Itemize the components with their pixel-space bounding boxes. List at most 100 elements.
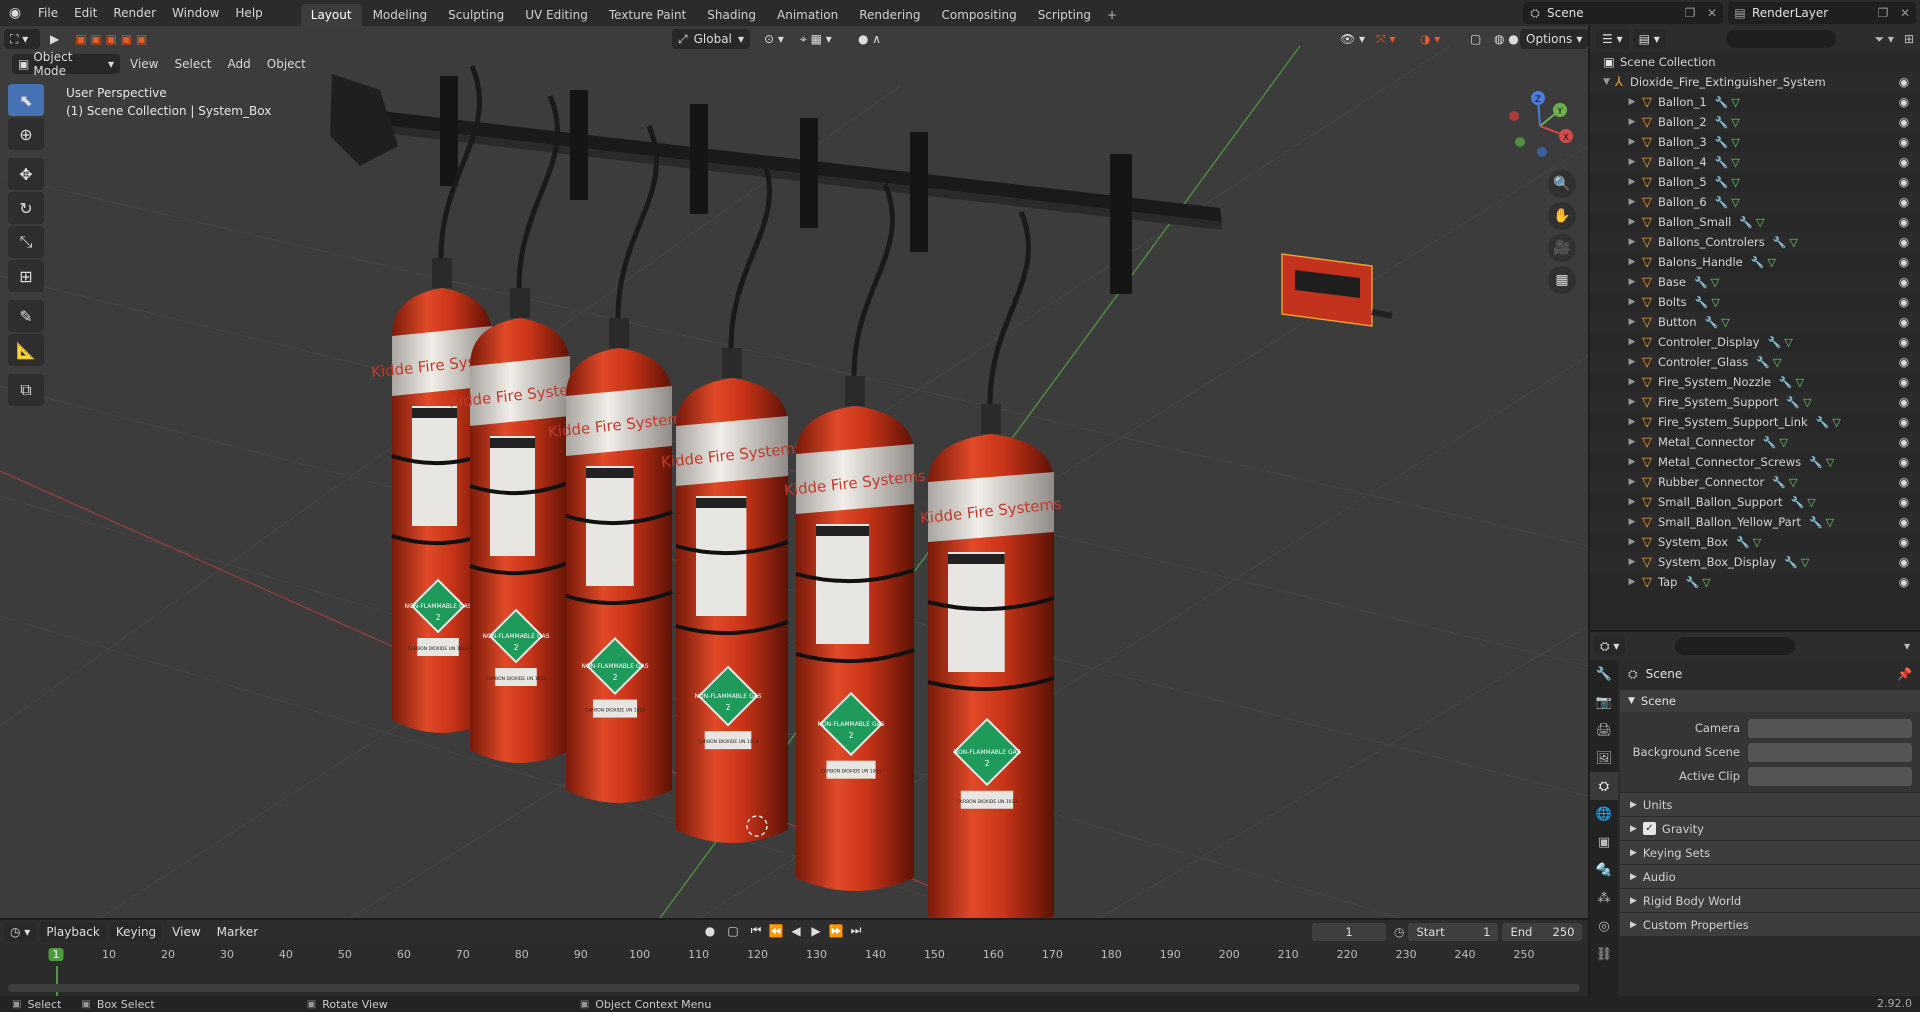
outliner-object-row[interactable]: ▶ ▽ Ballon_5 🔧 ▽ ◉ [1590,172,1920,192]
select-box-tool[interactable]: ⬉ [8,84,44,116]
jump-keyframe-back-icon[interactable]: ⏪ [766,924,786,938]
mesh-data-icon[interactable]: ▽ [1699,576,1710,589]
modifier-icon[interactable]: 🔧 [1728,536,1750,549]
expand-arrow-icon[interactable]: ▶ [1626,97,1638,107]
delete-view-layer-icon[interactable]: ✕ [1894,6,1916,20]
menu-edit[interactable]: Edit [66,0,105,26]
outliner-object-row[interactable]: ▶ ▽ Ballon_4 🔧 ▽ ◉ [1590,152,1920,172]
copy-view-layer-icon[interactable]: ❐ [1872,6,1894,20]
navigation-gizmo[interactable]: X Y Z [1500,86,1580,166]
eye-icon[interactable]: ◉ [1896,472,1912,492]
eye-icon[interactable]: ◉ [1896,92,1912,112]
camera-view-icon[interactable]: 🎥 [1548,234,1576,262]
record-icon[interactable]: ● [700,924,720,938]
mesh-data-icon[interactable]: ▽ [1753,216,1764,229]
gizmo-neg-y[interactable] [1515,137,1525,147]
eye-icon[interactable]: ◉ [1896,512,1912,532]
jump-end-icon[interactable]: ⏭ [846,923,866,938]
rotate-tool[interactable]: ↻ [8,192,44,224]
expand-arrow-icon[interactable]: ▶ [1626,437,1638,447]
modifier-icon[interactable]: 🔧 [1801,456,1823,469]
menu-file[interactable]: File [30,0,66,26]
expand-arrow-icon[interactable]: ▶ [1626,457,1638,467]
expand-arrow-icon[interactable]: ▶ [1626,377,1638,387]
expand-arrow-icon[interactable]: ▶ [1626,517,1638,527]
mesh-data-icon[interactable]: ▽ [1823,456,1834,469]
properties-search-input[interactable] [1675,637,1796,655]
tank-5[interactable]: Kidde Fire SystemsNON-FLAMMABLE GAS2CARB… [783,183,927,891]
viewport-menu-select[interactable]: Select [166,57,219,71]
display-mode-icon[interactable]: ▤ ▾ [1632,29,1666,49]
modifier-icon[interactable]: 🔧 [1748,356,1770,369]
prop-field-background-scene[interactable] [1748,742,1912,762]
mesh-data-icon[interactable]: ▽ [1718,316,1729,329]
ortho-grid-icon[interactable]: ▦ [1548,266,1576,294]
gizmo-neg-x[interactable] [1509,111,1519,121]
menu-render[interactable]: Render [105,0,164,26]
scale-tool[interactable]: ⤡ [8,226,44,258]
mesh-data-icon[interactable]: ▽ [1728,96,1739,109]
modifier-icon[interactable]: 🔧 [1783,496,1805,509]
outliner-collection-row[interactable]: ▼ ⅄ Dioxide_Fire_Extinguisher_System ◉ [1590,72,1920,92]
tank-4[interactable]: Kidde Fire SystemsNON-FLAMMABLE GAS2CARB… [660,155,804,843]
current-frame-field[interactable]: 1 [1312,923,1386,941]
expand-arrow-icon[interactable]: ▶ [1626,277,1638,287]
new-collection-icon[interactable]: ⊞ [1904,32,1914,46]
outliner-object-row[interactable]: ▶ ▽ Fire_System_Support 🔧 ▽ ◉ [1590,392,1920,412]
outliner-object-row[interactable]: ▶ ▽ Rubber_Connector 🔧 ▽ ◉ [1590,472,1920,492]
eye-icon[interactable]: ◉ [1896,72,1912,92]
expand-arrow-icon[interactable]: ▶ [1626,157,1638,167]
menu-window[interactable]: Window [164,0,227,26]
viewport-menu-add[interactable]: Add [220,57,259,71]
mesh-data-icon[interactable]: ▽ [1798,556,1809,569]
auto-keying-icon[interactable]: ▢ [720,924,746,938]
expand-arrow-icon[interactable]: ▶ [1626,197,1638,207]
tab-scripting[interactable]: Scripting [1028,4,1101,26]
world-tab-icon[interactable]: 🌐 [1590,800,1618,828]
scene-tab-icon[interactable]: ⛭ [1590,772,1618,800]
modifier-icon[interactable]: 🔧 [1731,216,1753,229]
outliner-object-row[interactable]: ▶ ▽ Tap 🔧 ▽ ◉ [1590,572,1920,592]
discharge-nozzle[interactable] [330,74,398,166]
output-tab-icon[interactable]: 🖨 [1590,716,1618,744]
tab-shading[interactable]: Shading [697,4,766,26]
mesh-data-icon[interactable]: ▽ [1829,416,1840,429]
visibility-icons[interactable]: 👁 ▾ [1334,29,1371,49]
mesh-data-icon[interactable]: ▽ [1708,276,1719,289]
eye-icon[interactable]: ◉ [1896,452,1912,472]
mesh-data-icon[interactable]: ▽ [1708,296,1719,309]
mesh-data-icon[interactable]: ▽ [1800,396,1811,409]
add-cube-tool[interactable]: ⧉ [8,374,44,406]
modifier-icon[interactable]: 🔧 [1801,516,1823,529]
viewport-menu-view[interactable]: View [122,57,166,71]
expand-arrow-icon[interactable]: ▶ [1626,537,1638,547]
mesh-data-icon[interactable]: ▽ [1781,336,1792,349]
particles-tab-icon[interactable]: ⁂ [1590,884,1618,912]
outliner-object-row[interactable]: ▶ ▽ Small_Ballon_Yellow_Part 🔧 ▽ ◉ [1590,512,1920,532]
expand-arrow-icon[interactable]: ▶ [1626,257,1638,267]
expand-arrow-icon[interactable]: ▶ [1626,397,1638,407]
3d-viewport[interactable]: Kidde Fire Systems NON-FLAMMABLE GAS 2 CARB… [0,26,1588,918]
modifier-icon[interactable]: 🔧 [1760,336,1782,349]
timeline-editor-icon[interactable]: ◷ ▾ [4,922,37,942]
properties-editor-icon[interactable]: ⛭ ▾ [1594,636,1626,656]
expand-arrow-icon[interactable]: ▶ [1626,577,1638,587]
expand-arrow-icon[interactable]: ▶ [1626,417,1638,427]
scene-selector[interactable]: ⛭ Scene ❐ ✕ [1523,2,1723,24]
mesh-data-icon[interactable]: ▽ [1750,536,1761,549]
tab-texture-paint[interactable]: Texture Paint [599,4,696,26]
modifier-icon[interactable]: 🔧 [1707,96,1729,109]
modifier-icon[interactable]: 🔧 [1687,296,1709,309]
editor-type-button[interactable]: ⛶ ▾ [4,29,40,49]
eye-icon[interactable]: ◉ [1896,552,1912,572]
eye-icon[interactable]: ◉ [1896,412,1912,432]
modifier-icon[interactable]: 🔧 [1755,436,1777,449]
expand-arrow-icon[interactable]: ▶ [1626,177,1638,187]
overlay-toggle-icon[interactable]: ◑ ▾ [1414,29,1446,49]
modifier-icon[interactable]: 🔧 [1707,176,1729,189]
expand-arrow-icon[interactable]: ▶ [1626,297,1638,307]
end-frame-field[interactable]: End 250 [1502,923,1583,941]
chevron-down-icon[interactable]: ▾ [1904,639,1910,653]
outliner-object-row[interactable]: ▶ ▽ Ballon_Small 🔧 ▽ ◉ [1590,212,1920,232]
modifier-icon[interactable]: 🔧 [1765,236,1787,249]
